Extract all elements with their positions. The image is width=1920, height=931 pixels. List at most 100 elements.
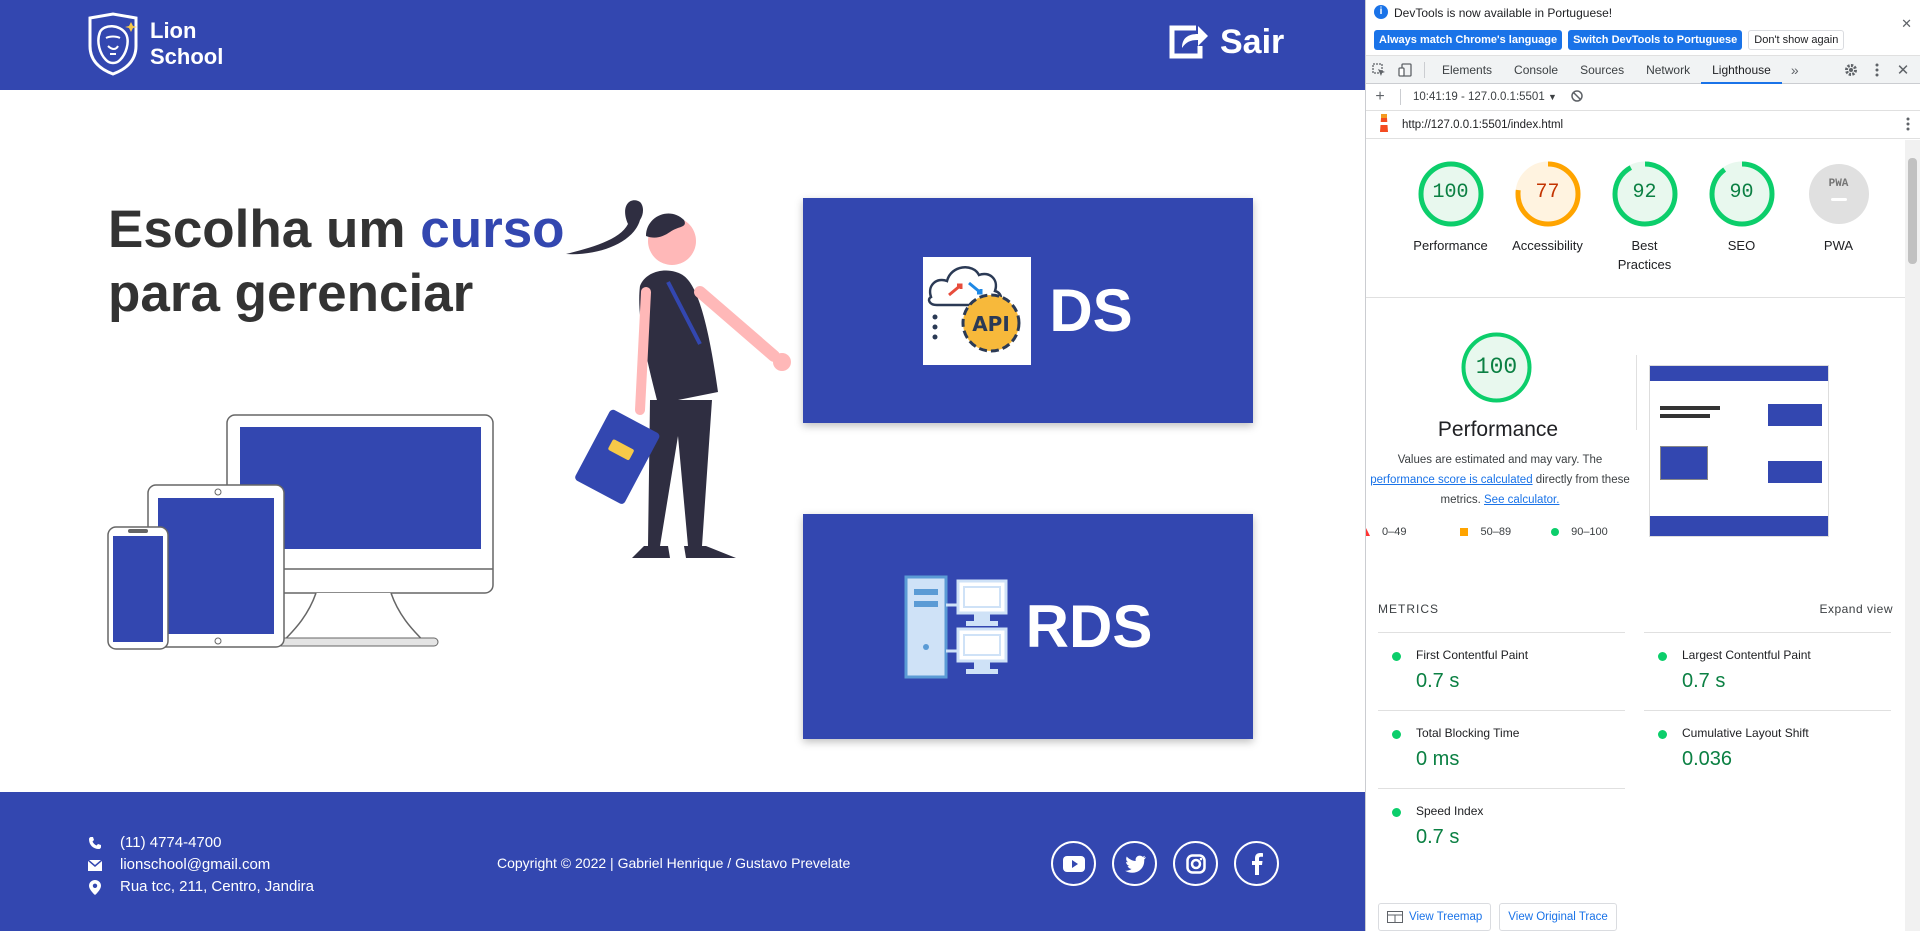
gauge-label: Best Practices: [1617, 238, 1672, 272]
facebook-link[interactable]: [1234, 841, 1279, 886]
course-card-rds[interactable]: RDS: [803, 514, 1253, 739]
contact-address: Rua tcc, 211, Centro, Jandira: [86, 876, 314, 898]
score-gauge-accessibility[interactable]: 77 Accessibility: [1499, 160, 1596, 297]
toolbar-divider: [1400, 89, 1401, 105]
match-language-button[interactable]: Always match Chrome's language: [1374, 30, 1563, 50]
performance-title: Performance: [1437, 418, 1559, 441]
woman-reading-illustration: [566, 200, 791, 558]
logout-button[interactable]: Sair: [1166, 22, 1284, 62]
tab-elements[interactable]: Elements: [1431, 56, 1503, 84]
metric-name: Largest Contentful Paint: [1682, 648, 1811, 662]
score-gauge-seo[interactable]: 90 SEO: [1693, 160, 1790, 297]
youtube-link[interactable]: [1051, 841, 1096, 886]
new-report-icon[interactable]: +: [1366, 88, 1394, 106]
youtube-icon: [1062, 855, 1085, 872]
legend-pass-dot: [1551, 528, 1560, 536]
headline-part-2: para gerenciar: [108, 264, 474, 323]
devices-illustration: [107, 414, 494, 650]
metrics-label: METRICS: [1378, 602, 1439, 616]
devtools-tabbar: Elements Console Sources Network Lightho…: [1366, 56, 1920, 84]
note-line-1: Values are estimated and may vary. The: [1397, 454, 1603, 466]
score-gauge-best-practices[interactable]: 92 Best Practices: [1596, 160, 1693, 297]
device-toolbar-icon[interactable]: [1392, 56, 1418, 84]
performance-score-link[interactable]: performance score is calculated: [1370, 474, 1532, 486]
score-gauge-pwa[interactable]: PWA PWA: [1790, 160, 1887, 297]
metric-name: First Contentful Paint: [1416, 648, 1529, 662]
report-time: 10:41:19 - 127.0.0.1:5501: [1413, 91, 1545, 103]
final-screenshot[interactable]: [1649, 365, 1829, 537]
legend-fail-triangle: [1366, 528, 1370, 536]
footer-copyright: Copyright © 2022 | Gabriel Henrique / Gu…: [497, 855, 851, 871]
lighthouse-toolbar: + 10:41:19 - 127.0.0.1:5501 ▼: [1366, 84, 1920, 111]
score-legend: 0–49 50–89 90–100: [1366, 526, 1646, 538]
kebab-menu-icon[interactable]: [1864, 56, 1890, 84]
view-trace-button[interactable]: View Original Trace: [1499, 903, 1617, 931]
tab-network[interactable]: Network: [1635, 56, 1701, 84]
logout-share-icon: [1169, 25, 1208, 59]
instagram-link[interactable]: [1173, 841, 1218, 886]
close-icon[interactable]: ✕: [1901, 16, 1912, 32]
site-logo[interactable]: Lion School: [86, 12, 223, 76]
headline-accent: curso: [420, 200, 565, 259]
info-icon: i: [1374, 5, 1388, 19]
report-buttons: View Treemap View Original Trace: [1378, 903, 1617, 931]
score-gauges: 100 Performance 77 Accessibility 92 Best Prac…: [1366, 140, 1906, 298]
legend-fail-range: 0–49: [1382, 526, 1407, 538]
devtools-toolbar-right: ✕: [1838, 56, 1916, 84]
report-menu-icon[interactable]: [1906, 117, 1910, 134]
pass-dot: [1658, 730, 1667, 739]
twitter-link[interactable]: [1112, 841, 1157, 886]
lighthouse-url-bar: http://127.0.0.1:5501/index.html: [1366, 111, 1920, 139]
pwa-dash: [1830, 198, 1847, 201]
clear-reports-icon[interactable]: [1571, 89, 1583, 105]
metric-value: 0 ms: [1416, 748, 1460, 770]
switch-language-button[interactable]: Switch DevTools to Portuguese: [1568, 30, 1743, 50]
metric-name: Cumulative Layout Shift: [1682, 726, 1809, 740]
gauge-score: 90: [1729, 181, 1754, 204]
logo-line-2: School: [150, 44, 224, 69]
scrollbar-thumb[interactable]: [1908, 158, 1917, 264]
tab-console[interactable]: Console: [1503, 56, 1569, 84]
summary-divider: [1636, 355, 1637, 430]
gauge-ring: PWA: [1805, 160, 1873, 228]
inspect-element-icon[interactable]: [1366, 56, 1392, 84]
logo-text: Lion School: [150, 18, 223, 70]
course-card-ds[interactable]: API DS: [803, 198, 1253, 423]
metric-first-contentful-paint: First Contentful Paint 0.7 s: [1378, 632, 1625, 710]
tab-sources[interactable]: Sources: [1569, 56, 1635, 84]
note-line-3: metrics.: [1440, 494, 1481, 506]
instagram-icon: [1185, 853, 1206, 874]
footer-contact: (11) 4774-4700 lionschool@gmail.com Rua …: [86, 832, 314, 898]
metrics-header: METRICS Expand view: [1378, 602, 1893, 616]
report-selector[interactable]: 10:41:19 - 127.0.0.1:5501 ▼: [1413, 91, 1557, 103]
gauge-ring: 100: [1417, 160, 1485, 228]
score-gauge-performance[interactable]: 100 Performance: [1402, 160, 1499, 297]
pass-dot: [1392, 652, 1401, 661]
toolbar-divider: [1424, 61, 1425, 78]
report-scrollbar[interactable]: [1905, 140, 1920, 931]
performance-note: Values are estimated and may vary. The p…: [1366, 450, 1640, 510]
close-devtools-icon[interactable]: ✕: [1890, 56, 1916, 84]
contact-address-text: Rua tcc, 211, Centro, Jandira: [120, 878, 314, 895]
gauge-ring: 90: [1708, 160, 1776, 228]
view-treemap-button[interactable]: View Treemap: [1378, 903, 1492, 931]
map-pin-icon: [86, 879, 104, 895]
gauge-ring: 77: [1514, 160, 1582, 228]
contact-email[interactable]: lionschool@gmail.com: [86, 854, 314, 876]
lighthouse-report: 100 Performance 77 Accessibility 92 Best Prac…: [1366, 140, 1906, 931]
envelope-icon: [86, 859, 104, 871]
tab-lighthouse[interactable]: Lighthouse: [1701, 56, 1782, 84]
contact-phone-text: (11) 4774-4700: [120, 834, 222, 851]
gauge-label: Accessibility: [1512, 238, 1583, 253]
gear-icon[interactable]: [1838, 56, 1864, 84]
more-tabs-icon[interactable]: »: [1782, 56, 1808, 84]
contact-email-text: lionschool@gmail.com: [120, 856, 271, 873]
infobar-buttons: Always match Chrome's language Switch De…: [1374, 30, 1845, 50]
see-calculator-link[interactable]: See calculator.: [1484, 494, 1559, 506]
dont-show-again-button[interactable]: Don't show again: [1748, 30, 1845, 50]
metric-name: Speed Index: [1416, 804, 1484, 818]
phone-icon: [86, 836, 104, 850]
expand-view-toggle[interactable]: Expand view: [1819, 602, 1893, 616]
logo-line-1: Lion: [150, 18, 197, 43]
headline-part-1: Escolha um: [108, 200, 406, 259]
